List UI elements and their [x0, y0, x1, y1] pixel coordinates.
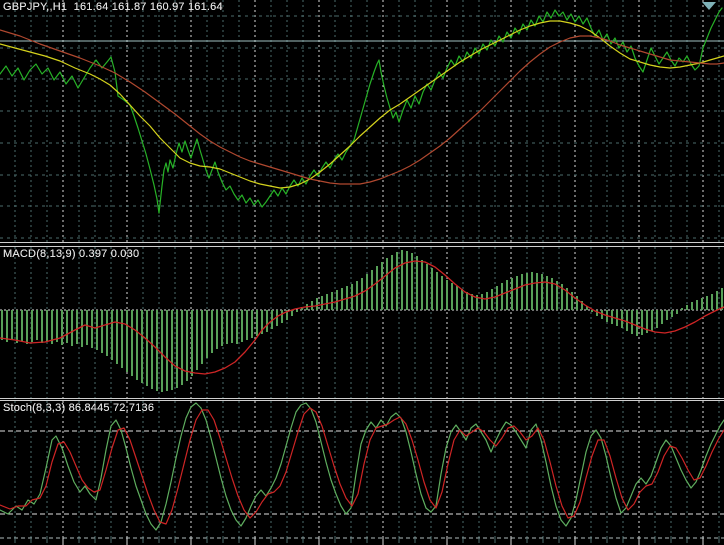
stoch-panel[interactable]: Stoch(8,3,3) 86.8445 72.7136	[0, 401, 724, 545]
macd-signal-line	[0, 260, 724, 375]
stoch-d-line	[0, 407, 724, 525]
stoch-k-line	[0, 402, 724, 531]
ma-slow-red-line	[0, 29, 724, 185]
price-panel[interactable]: GBPJPY,,H1 161.64 161.87 160.97 161.64	[0, 0, 724, 242]
macd-panel[interactable]: MACD(8,13,9) 0.397 0.030	[0, 247, 724, 398]
chart-shift-marker-icon[interactable]	[702, 2, 716, 10]
close-price-line	[0, 7, 723, 214]
macd-chart-canvas[interactable]	[0, 247, 724, 398]
chart-window: GBPJPY,,H1 161.64 161.87 160.97 161.64 M…	[0, 0, 724, 545]
ma-fast-yellow-line	[0, 20, 724, 189]
stoch-chart-canvas[interactable]	[0, 401, 724, 545]
price-chart-canvas[interactable]	[0, 0, 724, 242]
